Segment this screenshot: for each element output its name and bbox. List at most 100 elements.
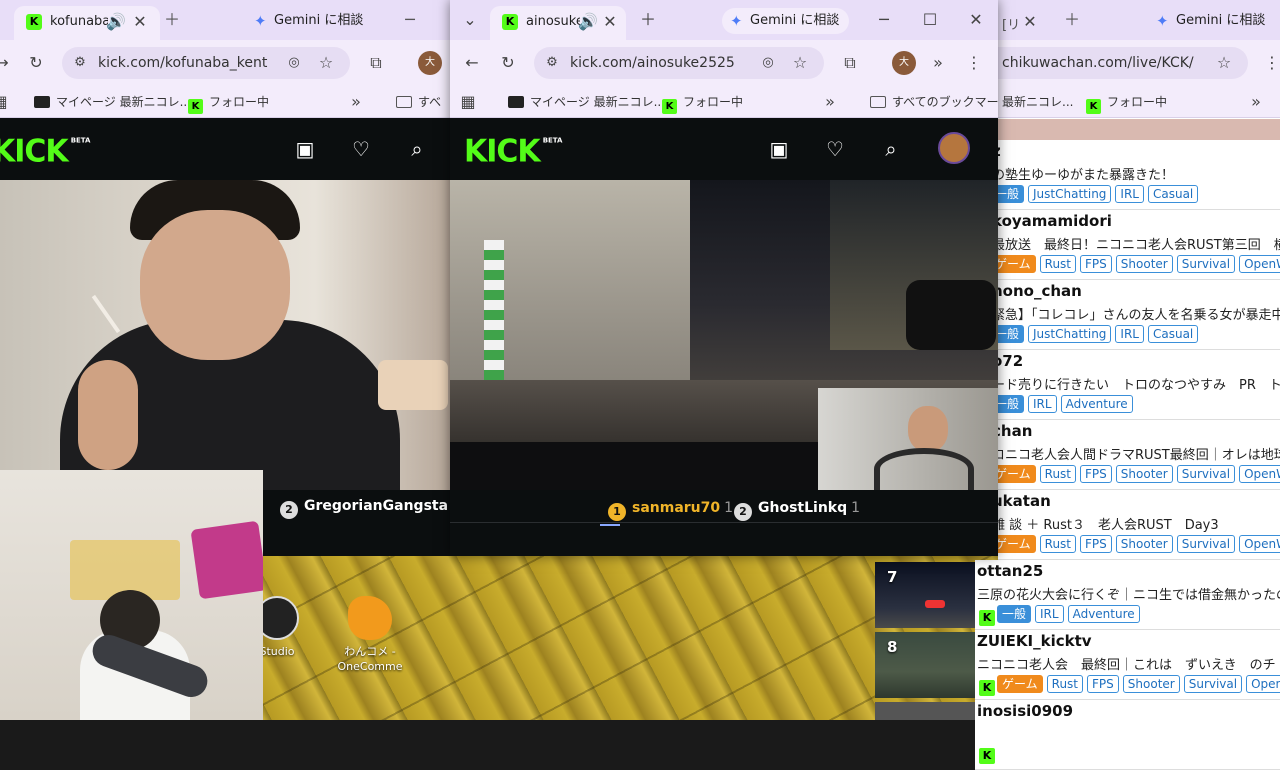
chevron-right-icon[interactable]: » <box>344 90 368 114</box>
tab-ainosuke[interactable]: K ainosuke2 🔊 ✕ <box>490 6 626 40</box>
address-bar[interactable]: ⚙ kick.com/ainosuke2525 ◎ ☆ <box>534 47 824 79</box>
all-bookmarks[interactable]: すべ <box>396 92 441 112</box>
address-bar[interactable]: ⚙ kick.com/kofunaba_kent ◎ ☆ <box>62 47 350 79</box>
chevron-right-icon[interactable]: » <box>818 90 842 114</box>
tag-chip[interactable]: Shooter <box>1115 535 1173 553</box>
heart-icon[interactable]: ♡ <box>348 136 374 162</box>
category-badge[interactable]: ゲーム <box>998 535 1036 553</box>
speaker-icon[interactable]: 🔊 <box>576 10 600 34</box>
kick-logo[interactable]: KICKBETA <box>0 133 90 170</box>
overlay-video-guitar[interactable] <box>0 470 263 720</box>
new-tab-icon[interactable]: ＋ <box>160 8 184 32</box>
bookmark-item[interactable]: 最新ニコレ... <box>1002 92 1073 112</box>
tag-chip[interactable]: Casual <box>1147 185 1199 203</box>
stream-video[interactable] <box>0 180 450 490</box>
category-badge[interactable]: ゲーム <box>998 465 1036 483</box>
category-badge[interactable]: ゲーム <box>997 675 1043 693</box>
tag-chip[interactable]: Survival <box>1176 465 1236 483</box>
tag-chip[interactable]: IRL <box>1028 395 1057 413</box>
minimize-icon[interactable]: ─ <box>872 8 896 32</box>
stream-thumbnail[interactable] <box>875 702 975 720</box>
tag-chip[interactable]: Rust <box>1039 465 1077 483</box>
tag-chip[interactable]: Shooter <box>1115 465 1173 483</box>
close-icon[interactable]: ✕ <box>1018 10 1042 34</box>
reload-icon[interactable]: ↻ <box>496 51 520 75</box>
tag-chip[interactable]: Casual <box>1147 325 1199 343</box>
avatar[interactable]: 大 <box>892 51 916 75</box>
close-icon[interactable]: ✕ <box>128 10 152 34</box>
tag-chip[interactable]: Survival <box>1183 675 1243 693</box>
forward-icon[interactable]: → <box>0 51 14 75</box>
leaderboard-entry[interactable]: 2 GhostLinkq 1 <box>734 498 860 521</box>
tag-chip[interactable]: OpenWorld <box>1239 535 1280 553</box>
all-bookmarks[interactable]: すべてのブックマーク <box>870 92 998 112</box>
leaderboard-entry[interactable]: 1 sanmaru70 1 <box>608 498 733 521</box>
minimize-icon[interactable]: ─ <box>398 8 422 32</box>
stream-list-row[interactable]: ukatan 雑 談 ＋ Rust３ 老人会RUST Day3 ゲームRustFPS… <box>998 490 1280 560</box>
tag-chip[interactable]: IRL <box>1035 605 1064 623</box>
heart-icon[interactable]: ♡ <box>822 136 848 162</box>
category-badge[interactable]: ゲーム <box>998 255 1036 273</box>
bookmark-follow[interactable]: K フォロー中 <box>662 92 743 114</box>
search-icon[interactable]: ⌕ <box>404 136 430 162</box>
tag-chip[interactable]: IRL <box>1115 325 1144 343</box>
reload-icon[interactable]: ↻ <box>24 51 48 75</box>
tab-kofunaba[interactable]: K kofunaba 🔊 ✕ <box>14 6 160 40</box>
streamer-name[interactable]: ukatan <box>998 492 1051 510</box>
stream-list-row[interactable]: o72 ード売りに行きたい トロのなつやすみ PR ト一般IRLAdventure <box>998 350 1280 420</box>
tag-chip[interactable]: Survival <box>1176 535 1236 553</box>
bookmark-star-icon[interactable]: ☆ <box>788 51 812 75</box>
category-badge[interactable]: 一般 <box>998 185 1025 203</box>
tag-chip[interactable]: FPS <box>1080 255 1112 273</box>
maximize-icon[interactable]: ☐ <box>918 8 942 32</box>
gemini-button[interactable]: ✦ Gemini に相談 <box>246 8 373 34</box>
bookmark-item[interactable]: マイページ 最新ニコレ... <box>508 92 665 112</box>
stream-thumbnail[interactable]: 7 <box>875 562 975 628</box>
stream-list-row[interactable]: chan コニコ老人会人間ドラマRUST最終回｜オレは地球ゲームRustFPSSh… <box>998 420 1280 490</box>
chevron-right-icon[interactable]: » <box>1244 90 1268 114</box>
site-settings-icon[interactable]: ⚙ <box>68 51 92 75</box>
google-lens-icon[interactable]: ◎ <box>756 51 780 75</box>
tag-chip[interactable]: Shooter <box>1122 675 1180 693</box>
tag-chip[interactable]: FPS <box>1087 675 1119 693</box>
kick-logo[interactable]: KICKBETA <box>464 133 562 170</box>
tag-chip[interactable]: FPS <box>1080 465 1112 483</box>
gemini-button[interactable]: ✦ Gemini に相談 <box>1148 8 1275 34</box>
stream-list-row[interactable]: ZUIEKI_kicktv ニコニコ老人会 最終回｜これは ずいえき のチ K ゲーム… <box>975 630 1280 700</box>
bookmark-star-icon[interactable]: ☆ <box>1212 51 1236 75</box>
stream-list-row[interactable]: inosisi0909 K <box>975 700 1280 770</box>
tag-chip[interactable]: Rust <box>1039 255 1077 273</box>
streamer-name[interactable]: z <box>998 142 1001 160</box>
bookmark-follow[interactable]: K フォロー中 <box>1086 92 1167 114</box>
bookmark-star-icon[interactable]: ☆ <box>314 51 338 75</box>
streamer-name[interactable]: ottan25 <box>977 562 1043 580</box>
avatar[interactable]: 大 <box>418 51 442 75</box>
tag-chip[interactable]: Rust <box>1039 535 1077 553</box>
tag-chip[interactable]: IRL <box>1115 185 1144 203</box>
site-settings-icon[interactable]: ⚙ <box>540 51 564 75</box>
streamer-name[interactable]: o72 <box>998 352 1023 370</box>
apps-grid-icon[interactable]: ▦ <box>0 90 12 114</box>
category-badge[interactable]: 一般 <box>998 395 1025 413</box>
tag-chip[interactable]: OpenWorld <box>1239 465 1280 483</box>
tag-chip[interactable]: OpenWorld <box>1246 675 1280 693</box>
more-tools-icon[interactable]: » <box>926 51 950 75</box>
tag-chip[interactable]: JustChatting <box>1028 325 1112 343</box>
close-window-icon[interactable]: ✕ <box>964 8 988 32</box>
google-lens-icon[interactable]: ◎ <box>282 51 306 75</box>
tag-chip[interactable]: Survival <box>1176 255 1236 273</box>
stream-list-row[interactable]: ottan25 三原の花火大会に行くぞ｜ニコ生では借金無かったの K 一般 IRL Adv… <box>975 560 1280 630</box>
streamer-name[interactable]: koyamamidori <box>998 212 1112 230</box>
extensions-icon[interactable]: ⧉ <box>364 51 388 75</box>
search-icon[interactable]: ⌕ <box>878 136 904 162</box>
leaderboard-entry[interactable]: 2GregorianGangsta5 <box>280 496 450 519</box>
streamer-name[interactable]: hono_chan <box>998 282 1082 300</box>
tag-chip[interactable]: JustChatting <box>1028 185 1112 203</box>
apps-grid-icon[interactable]: ▦ <box>456 90 480 114</box>
address-bar[interactable]: chikuwachan.com/live/KCK/ <box>998 47 1248 79</box>
tag-chip[interactable]: FPS <box>1080 535 1112 553</box>
bookmark-item[interactable]: マイページ 最新ニコレ... <box>34 92 191 112</box>
streamer-name[interactable]: ZUIEKI_kicktv <box>977 632 1092 650</box>
tag-chip[interactable]: Rust <box>1046 675 1084 693</box>
streamer-name[interactable]: chan <box>998 422 1032 440</box>
